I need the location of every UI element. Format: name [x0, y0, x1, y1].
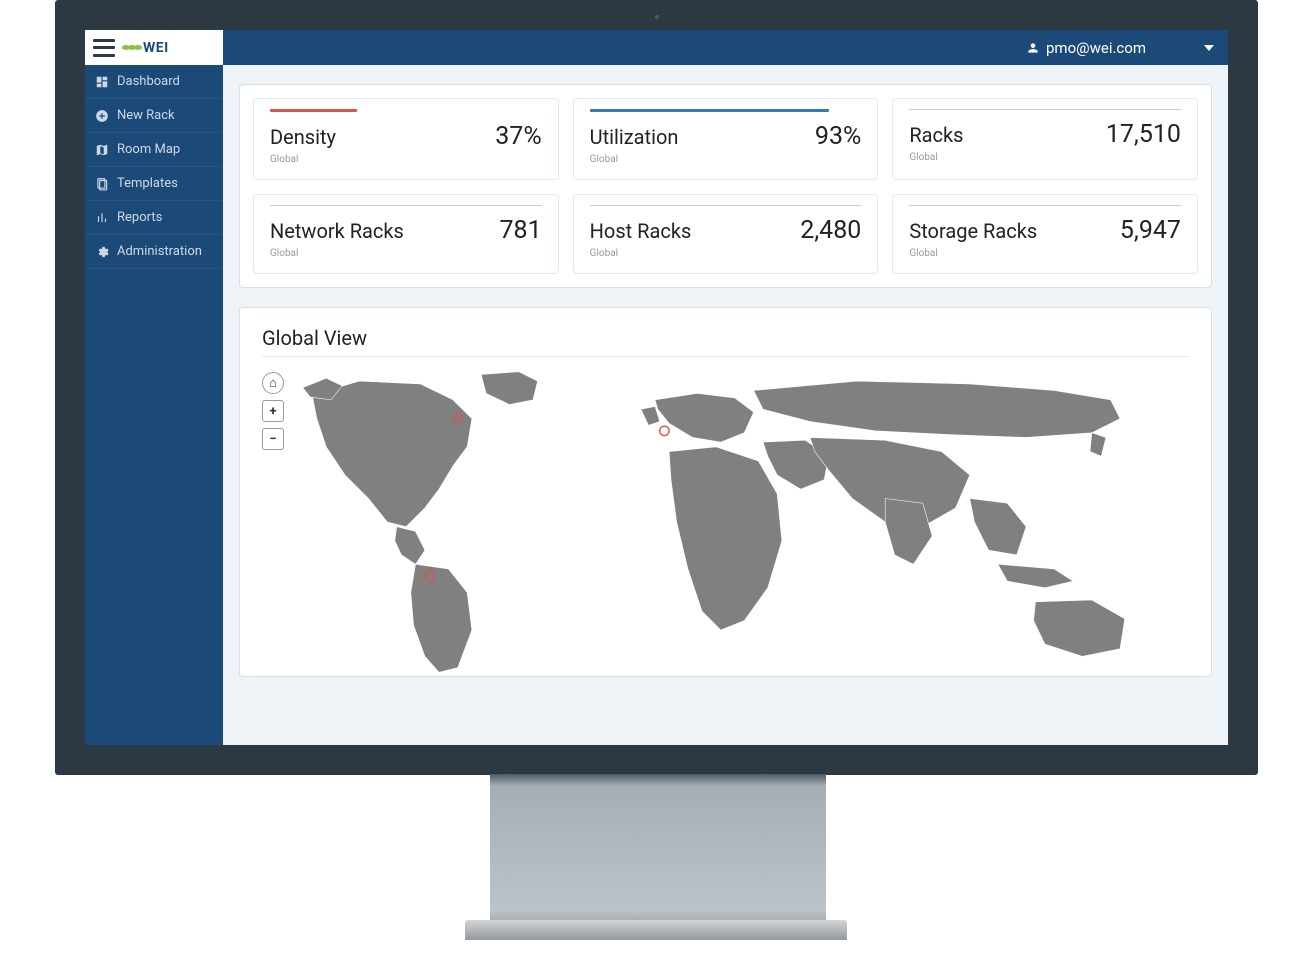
sidebar: Dashboard New Rack Room Map Templates Re…: [85, 65, 223, 745]
metric-bar: [590, 205, 862, 206]
monitor-stand-neck: [490, 774, 826, 922]
metric-bar: [270, 109, 357, 112]
camera-dot: [655, 15, 659, 19]
templates-icon: [95, 177, 109, 191]
metric-host-racks: Host Racks 2,480 Global: [573, 194, 879, 274]
sidebar-item-reports[interactable]: Reports: [85, 201, 223, 235]
metric-bar: [270, 205, 542, 206]
sidebar-item-dashboard[interactable]: Dashboard: [85, 65, 223, 99]
sidebar-item-label: Reports: [117, 210, 162, 225]
map-zoom-in-button[interactable]: +: [262, 400, 284, 422]
logo-leaves-icon: [123, 45, 141, 50]
metric-sub: Global: [270, 154, 542, 165]
sidebar-item-administration[interactable]: Administration: [85, 235, 223, 269]
metric-sub: Global: [270, 248, 542, 259]
map-controls: ⌂ + −: [262, 372, 284, 450]
metric-title: Network Racks: [270, 219, 404, 243]
metric-utilization: Utilization 93% Global: [573, 98, 879, 180]
metrics-panel: Density37% Global Utilization93% Global …: [239, 84, 1212, 288]
world-map[interactable]: ⌂ + −: [262, 367, 1189, 677]
user-menu[interactable]: pmo@wei.com: [1012, 30, 1228, 65]
map-title: Global View: [262, 326, 1189, 350]
metric-sub: Global: [590, 154, 862, 165]
sidebar-item-templates[interactable]: Templates: [85, 167, 223, 201]
sidebar-item-label: Templates: [117, 176, 178, 191]
user-email: pmo@wei.com: [1046, 39, 1146, 57]
user-icon: [1026, 41, 1040, 55]
metric-value: 37%: [495, 122, 541, 151]
metric-value: 5,947: [1120, 216, 1181, 245]
main-content: Density 37% Global Utilization 93% Global …: [223, 65, 1228, 745]
dashboard-icon: [95, 75, 109, 89]
map-home-button[interactable]: ⌂: [262, 372, 284, 394]
metric-title: Utilization: [590, 125, 679, 149]
metric-value: 781: [500, 216, 542, 245]
metric-title: Density: [270, 125, 336, 149]
metric-racks: Racks 17,510 Global: [892, 98, 1198, 180]
metric-bar: [590, 109, 829, 112]
sidebar-item-room-map[interactable]: Room Map: [85, 133, 223, 167]
divider: [262, 356, 1189, 357]
metric-density: Density 37% Global: [253, 98, 559, 180]
metric-sub: Global: [590, 248, 862, 259]
map-icon: [95, 143, 109, 157]
hamburger-icon[interactable]: [93, 39, 115, 57]
metric-title: Racks: [909, 123, 963, 147]
metric-title: Host Racks: [590, 219, 692, 243]
metric-network-racks: Network Racks 781 Global: [253, 194, 559, 274]
gear-icon: [95, 245, 109, 259]
map-zoom-out-button[interactable]: −: [262, 428, 284, 450]
top-header: WEI pmo@wei.com: [85, 30, 1228, 65]
logo-text: WEI: [143, 40, 169, 56]
metric-value: 2,480: [800, 216, 861, 245]
chevron-down-icon: [1204, 45, 1214, 51]
sidebar-item-label: New Rack: [117, 108, 175, 123]
sidebar-item-label: Dashboard: [117, 74, 180, 89]
plus-icon: [95, 109, 109, 123]
sidebar-item-label: Room Map: [117, 142, 180, 157]
logo-area: WEI: [85, 30, 223, 65]
metric-value: 17,510: [1106, 120, 1181, 149]
metric-sub: Global: [909, 248, 1181, 259]
screen: WEI pmo@wei.com Dashboard New Rack Room …: [85, 30, 1228, 745]
global-view-panel: Global View ⌂ + −: [239, 307, 1212, 677]
metric-bar: [909, 205, 1181, 206]
chart-icon: [95, 211, 109, 225]
metric-bar: [909, 109, 1181, 110]
metric-value: 93%: [815, 122, 861, 151]
metric-title: Storage Racks: [909, 219, 1037, 243]
map-marker[interactable]: [660, 426, 669, 435]
sidebar-item-new-rack[interactable]: New Rack: [85, 99, 223, 133]
metric-sub: Global: [909, 152, 1181, 163]
sidebar-item-label: Administration: [117, 244, 202, 259]
monitor-stand-base: [465, 920, 847, 940]
metric-storage-racks: Storage Racks 5,947 Global: [892, 194, 1198, 274]
monitor-frame: WEI pmo@wei.com Dashboard New Rack Room …: [55, 0, 1258, 775]
world-map-svg: [262, 367, 1189, 677]
